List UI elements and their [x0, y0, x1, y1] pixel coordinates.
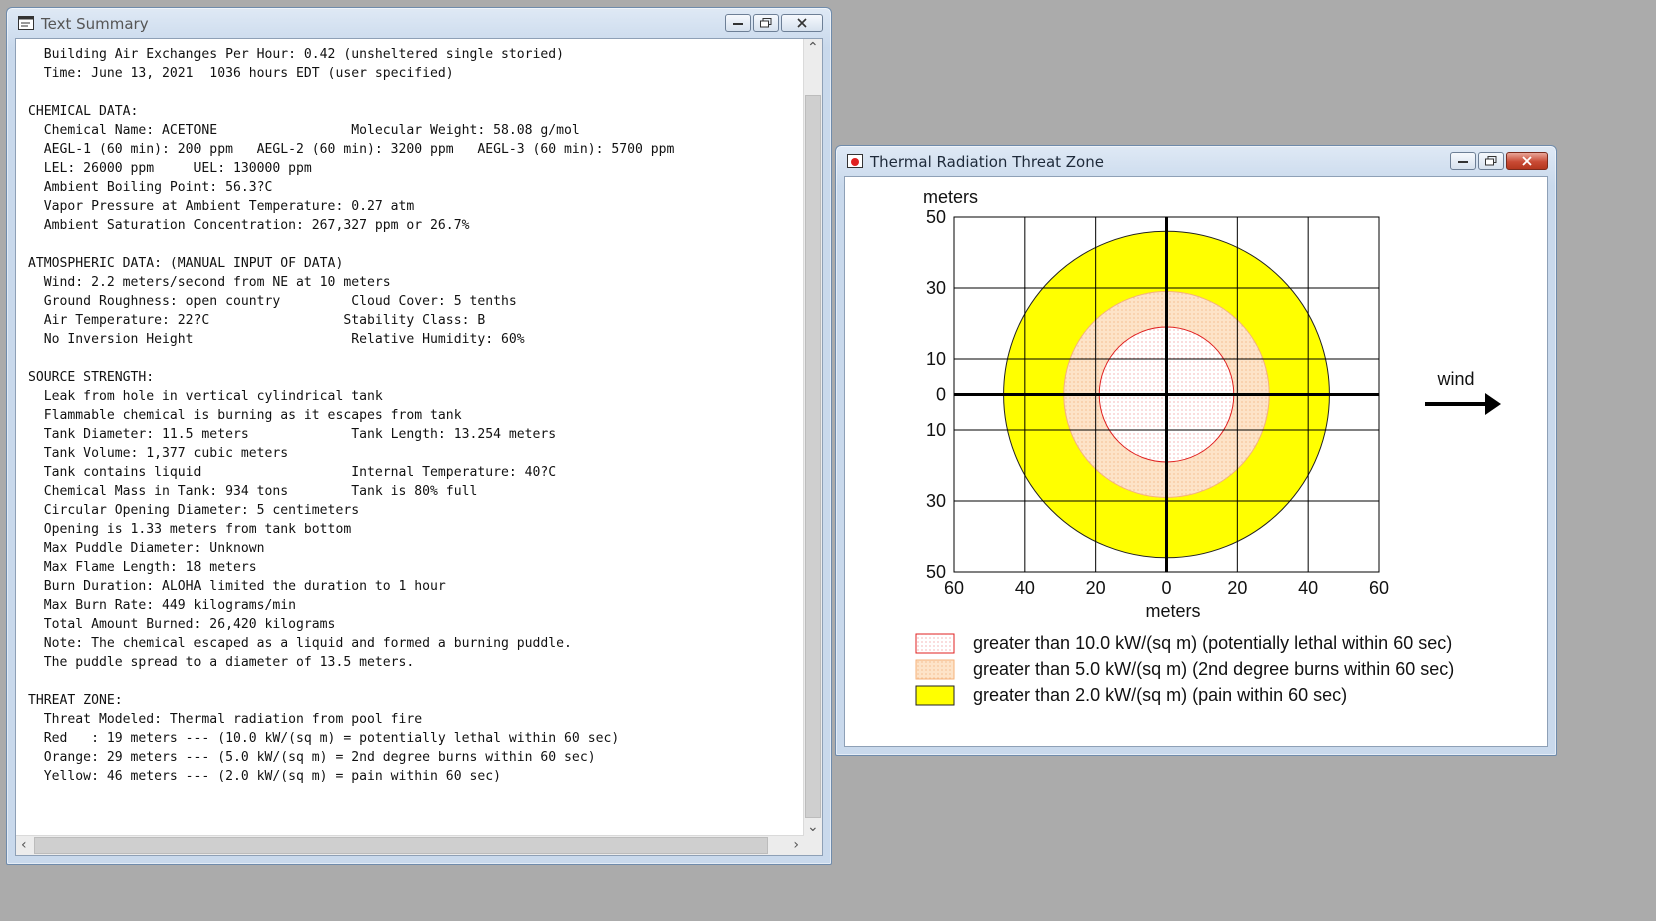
summary-line: Orange: 29 meters --- (5.0 kW/(sq m) = 2…: [43, 750, 596, 765]
y-axis-unit-label: meters: [923, 187, 978, 207]
scroll-down-icon[interactable]: ⌄: [807, 820, 819, 834]
restore-icon: [1485, 156, 1497, 166]
summary-line: The puddle spread to a diameter of 13.5 …: [43, 655, 415, 670]
legend-swatch-red: [915, 633, 955, 654]
plot-grid: [953, 216, 1380, 573]
summary-line: Chemical Mass in Tank: 934 tons Tank is …: [43, 484, 478, 499]
y-tick-label: 10: [926, 349, 946, 369]
summary-line: Circular Opening Diameter: 5 centimeters: [43, 503, 360, 518]
legend-label-yellow: greater than 2.0 kW/(sq m) (pain within …: [973, 685, 1347, 705]
scroll-up-icon[interactable]: ⌃: [807, 41, 819, 55]
horizontal-scroll-thumb[interactable]: [34, 837, 768, 854]
legend-swatch-yellow: [915, 685, 955, 706]
wind-arrow-icon: [1425, 393, 1501, 415]
summary-line: Flammable chemical is burning as it esca…: [43, 408, 462, 423]
text-summary-titlebar[interactable]: Text Summary: [7, 8, 831, 38]
summary-line: Tank contains liquid Internal Temperatur…: [43, 465, 557, 480]
summary-line: Max Flame Length: 18 meters: [43, 560, 257, 575]
close-icon: [1522, 156, 1532, 166]
minimize-icon: [1458, 161, 1468, 163]
minimize-icon: [733, 23, 743, 25]
summary-text: Building Air Exchanges Per Hour: 0.42 (u…: [28, 45, 674, 786]
y-tick-label: 50: [926, 562, 946, 582]
scroll-right-icon[interactable]: ›: [793, 838, 799, 852]
y-tick-label: 30: [926, 491, 946, 511]
x-tick-label: 40: [1015, 578, 1035, 598]
summary-line: Opening is 1.33 meters from tank bottom: [43, 522, 352, 537]
summary-line: Time: June 13, 2021 1036 hours EDT (user…: [43, 66, 454, 81]
close-icon: [797, 18, 807, 28]
x-tick-label: 40: [1298, 578, 1318, 598]
threat-zone-chart: meters meters wind 503010010305060 40 20 0 2…: [915, 187, 1501, 706]
summary-line: Ambient Boiling Point: 56.3?C: [43, 180, 273, 195]
threat-zone-plot-area: meters meters wind 50 30 10 0 10 30 50 60 40 20 0 2…: [844, 176, 1548, 747]
summary-line: ATMOSPHERIC DATA: (MANUAL INPUT OF DATA): [28, 256, 344, 271]
summary-line: Wind: 2.2 meters/second from NE at 10 me…: [43, 275, 391, 290]
legend-label-red: greater than 10.0 kW/(sq m) (potentially…: [973, 633, 1452, 653]
threat-zone-window-icon: [847, 154, 863, 168]
minimize-button[interactable]: [725, 14, 751, 32]
summary-line: Tank Diameter: 11.5 meters Tank Length: …: [43, 427, 557, 442]
summary-line: THREAT ZONE:: [28, 693, 123, 708]
resize-grip-icon[interactable]: [804, 836, 822, 855]
thermal-window-title: Thermal Radiation Threat Zone: [870, 153, 1104, 171]
x-tick-label: 0: [1161, 578, 1171, 598]
summary-line: Note: The chemical escaped as a liquid a…: [43, 636, 572, 651]
x-axis-unit-label: meters: [1145, 601, 1200, 621]
text-summary-content[interactable]: Building Air Exchanges Per Hour: 0.42 (u…: [15, 38, 823, 856]
wind-label: wind: [1436, 369, 1474, 389]
summary-line: Yellow: 46 meters --- (2.0 kW/(sq m) = p…: [43, 769, 501, 784]
close-button[interactable]: [1506, 152, 1548, 170]
summary-line: Vapor Pressure at Ambient Temperature: 0…: [43, 199, 415, 214]
vertical-scroll-thumb[interactable]: [805, 95, 821, 818]
thermal-threat-zone-window[interactable]: Thermal Radiation Threat Zone meters met…: [835, 145, 1557, 756]
summary-line: Chemical Name: ACETONE Molecular Weight:…: [43, 123, 580, 138]
summary-line: Ambient Saturation Concentration: 267,32…: [43, 218, 470, 233]
y-tick-label: 30: [926, 278, 946, 298]
vertical-scrollbar[interactable]: ⌃ ⌄: [803, 39, 822, 836]
x-tick-label: 60: [1369, 578, 1389, 598]
horizontal-scrollbar[interactable]: ‹ ›: [16, 835, 804, 855]
y-tick-label: 50: [926, 207, 946, 227]
x-tick-label: 20: [1086, 578, 1106, 598]
summary-line: Threat Modeled: Thermal radiation from p…: [43, 712, 423, 727]
maximize-button[interactable]: [753, 14, 779, 32]
x-tick-label: 20: [1227, 578, 1247, 598]
summary-line: Ground Roughness: open country Cloud Cov…: [43, 294, 517, 309]
summary-line: CHEMICAL DATA:: [28, 104, 139, 119]
threat-zone-legend: greater than 10.0 kW/(sq m) (potentially…: [915, 633, 1454, 706]
summary-line: Tank Volume: 1,377 cubic meters: [43, 446, 289, 461]
summary-line: Building Air Exchanges Per Hour: 0.42 (u…: [43, 47, 565, 62]
summary-line: Total Amount Burned: 26,420 kilograms: [43, 617, 336, 632]
maximize-button[interactable]: [1478, 152, 1504, 170]
y-tick-label: 10: [926, 420, 946, 440]
thermal-titlebar[interactable]: Thermal Radiation Threat Zone: [836, 146, 1556, 176]
summary-line: Burn Duration: ALOHA limited the duratio…: [43, 579, 446, 594]
legend-label-orange: greater than 5.0 kW/(sq m) (2nd degree b…: [973, 659, 1454, 679]
summary-line: Red : 19 meters --- (10.0 kW/(sq m) = po…: [43, 731, 620, 746]
x-tick-label: 60: [944, 578, 964, 598]
text-window-icon: [18, 16, 34, 30]
summary-line: No Inversion Height Relative Humidity: 6…: [43, 332, 525, 347]
summary-line: SOURCE STRENGTH:: [28, 370, 155, 385]
close-button[interactable]: [781, 14, 823, 32]
y-tick-label: 0: [936, 385, 946, 405]
summary-line: Max Burn Rate: 449 kilograms/min: [43, 598, 297, 613]
scroll-left-icon[interactable]: ‹: [21, 838, 27, 852]
summary-line: Leak from hole in vertical cylindrical t…: [43, 389, 383, 404]
summary-line: Max Puddle Diameter: Unknown: [43, 541, 265, 556]
minimize-button[interactable]: [1450, 152, 1476, 170]
summary-line: LEL: 26000 ppm UEL: 130000 ppm: [43, 161, 312, 176]
text-summary-window[interactable]: Text Summary Building Air Exchanges Per …: [6, 7, 832, 865]
restore-icon: [760, 18, 772, 28]
legend-swatch-orange: [915, 659, 955, 680]
text-summary-title: Text Summary: [41, 15, 149, 33]
summary-line: Air Temperature: 22?C Stability Class: B: [43, 313, 486, 328]
summary-line: AEGL-1 (60 min): 200 ppm AEGL-2 (60 min)…: [43, 142, 675, 157]
